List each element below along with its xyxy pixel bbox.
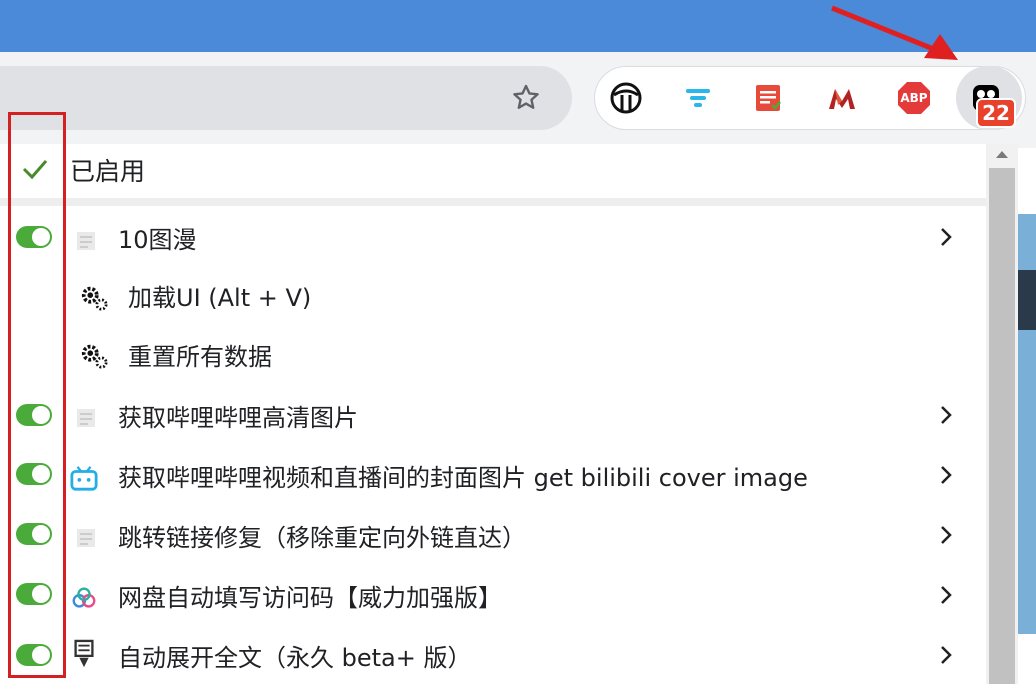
background-page-peek-dark: [1018, 270, 1036, 330]
adblock-plus-icon[interactable]: ABP: [894, 78, 934, 118]
chevron-right-icon[interactable]: [936, 522, 956, 548]
script-label[interactable]: 自动展开全文（永久 beta+ 版）: [118, 642, 471, 674]
m-logo-icon[interactable]: [822, 78, 862, 118]
bilibili-icon: [70, 464, 98, 492]
menu-separator: [0, 198, 986, 206]
chevron-right-icon[interactable]: [936, 642, 956, 668]
scrollbar-thumb[interactable]: [989, 168, 1015, 684]
cloud-icon: [70, 584, 98, 612]
gears-icon: [80, 342, 108, 370]
menu-command-load-ui[interactable]: 加载UI (Alt + V): [128, 282, 311, 314]
menu-header-enabled: 已启用: [70, 157, 146, 186]
toggle-column-highlight: [8, 112, 66, 678]
scroll-up-arrow-icon[interactable]: [993, 147, 1011, 161]
address-bar[interactable]: [0, 66, 572, 130]
script-count-badge: 22: [976, 98, 1016, 128]
script-label[interactable]: 获取哔哩哔哩高清图片: [118, 402, 358, 434]
notes-icon[interactable]: [748, 78, 788, 118]
pen-icon: [70, 639, 98, 668]
gears-icon: [80, 284, 108, 312]
script-label[interactable]: 网盘自动填写访问码【威力加强版】: [118, 582, 502, 614]
script-label[interactable]: 10图漫: [118, 224, 197, 256]
chevron-right-icon[interactable]: [936, 582, 956, 608]
chevron-right-icon[interactable]: [936, 402, 956, 428]
filter-icon[interactable]: [678, 78, 718, 118]
menu-command-reset-data[interactable]: 重置所有数据: [128, 341, 272, 373]
page-icon: [72, 227, 100, 255]
bookmark-star-icon[interactable]: [506, 78, 546, 118]
title-bar: [0, 0, 1036, 52]
script-label[interactable]: 获取哔哩哔哩视频和直播间的封面图片 get bilibili cover ima…: [118, 462, 808, 494]
tampermonkey-alt-icon[interactable]: [606, 78, 646, 118]
page-icon: [72, 404, 100, 432]
adblock-plus-label: ABP: [900, 91, 928, 105]
script-label[interactable]: 跳转链接修复（移除重定向外链直达）: [118, 522, 526, 554]
chevron-right-icon[interactable]: [936, 462, 956, 488]
chevron-right-icon[interactable]: [936, 224, 956, 250]
page-icon: [72, 524, 100, 552]
